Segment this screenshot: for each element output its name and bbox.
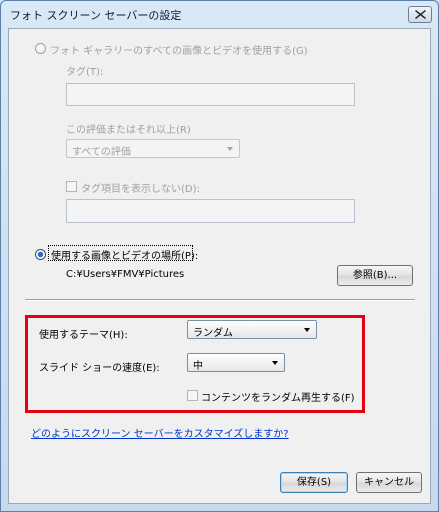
- title-bar[interactable]: フォト スクリーン セーバーの設定: [1, 1, 438, 27]
- chevron-down-icon: [272, 361, 278, 365]
- close-icon: [415, 10, 426, 19]
- tag-label: タグ(T):: [66, 67, 104, 78]
- hide-tags-input[interactable]: [66, 199, 355, 223]
- radio-all-gallery-label: フォト ギャラリーのすべての画像とビデオを使用する(G): [50, 46, 308, 57]
- speed-select[interactable]: 中: [187, 353, 285, 372]
- rating-select[interactable]: すべての評価: [66, 139, 240, 158]
- rating-select-value: すべての評価: [72, 147, 131, 158]
- dialog-window: フォト スクリーン セーバーの設定 フォト ギャラリーのすべての画像とビデオを使…: [0, 0, 439, 512]
- cancel-button[interactable]: キャンセル: [356, 472, 422, 493]
- rating-label: この評価またはそれ以上(R): [66, 125, 191, 136]
- radio-all-gallery[interactable]: [35, 43, 46, 54]
- chevron-down-icon: [227, 147, 233, 151]
- section-divider: [25, 299, 415, 301]
- speed-label: スライド ショーの速度(E):: [39, 363, 160, 374]
- chevron-down-icon: [304, 328, 310, 332]
- window-title: フォト スクリーン セーバーの設定: [10, 9, 182, 22]
- theme-label: 使用するテーマ(H):: [39, 330, 128, 341]
- theme-select[interactable]: ランダム: [187, 320, 317, 339]
- close-button[interactable]: [408, 6, 432, 23]
- tag-input[interactable]: [66, 83, 355, 106]
- hide-tags-label: タグ項目を表示しない(D):: [81, 184, 200, 195]
- dialog-body: フォト ギャラリーのすべての画像とビデオを使用する(G) タグ(T): この評価…: [8, 28, 431, 504]
- speed-select-value: 中: [193, 361, 203, 372]
- shuffle-label: コンテンツをランダム再生する(F): [201, 393, 355, 404]
- save-button[interactable]: 保存(S): [280, 472, 348, 493]
- shuffle-checkbox[interactable]: [187, 390, 198, 401]
- folder-path: C:¥Users¥FMV¥Pictures: [66, 269, 185, 280]
- browse-button[interactable]: 参照(B)...: [337, 265, 413, 286]
- help-link[interactable]: どのようにスクリーン セーバーをカスタマイズしますか?: [31, 425, 289, 440]
- theme-select-value: ランダム: [193, 328, 233, 339]
- radio-folder-label: 使用する画像とビデオの場所(P):: [51, 251, 199, 262]
- radio-folder[interactable]: [35, 249, 46, 260]
- hide-tags-checkbox[interactable]: [66, 181, 77, 192]
